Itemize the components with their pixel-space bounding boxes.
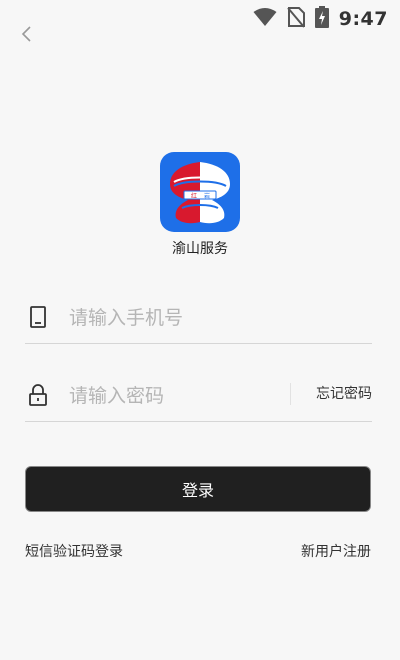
password-field: 忘记密码 xyxy=(25,371,372,422)
phone-input[interactable] xyxy=(67,301,371,335)
field-divider xyxy=(290,383,291,405)
status-icons: 9:47 xyxy=(253,6,388,32)
bottom-links: 短信验证码登录 新用户注册 xyxy=(25,541,371,561)
status-bar: 9:47 xyxy=(0,0,400,36)
wifi-icon xyxy=(253,7,277,31)
app-name: 渝山服务 xyxy=(172,241,228,257)
status-time: 9:47 xyxy=(338,8,388,30)
phone-field xyxy=(25,293,372,344)
phone-icon xyxy=(27,305,49,329)
no-sim-icon xyxy=(286,6,305,32)
svg-text:岩: 岩 xyxy=(204,192,210,200)
app-logo: 红 岩 xyxy=(160,152,240,232)
battery-charging-icon xyxy=(314,6,329,32)
login-button[interactable]: 登录 xyxy=(25,466,371,512)
app-logo-container: 红 岩 xyxy=(160,152,240,232)
forgot-password-link[interactable]: 忘记密码 xyxy=(316,383,372,403)
chevron-left-icon xyxy=(21,26,31,42)
register-link[interactable]: 新用户注册 xyxy=(301,541,371,561)
back-button[interactable] xyxy=(14,22,38,46)
password-input[interactable] xyxy=(67,379,281,413)
svg-text:红: 红 xyxy=(191,192,197,200)
lock-icon xyxy=(27,383,49,407)
sms-login-link[interactable]: 短信验证码登录 xyxy=(25,541,123,561)
